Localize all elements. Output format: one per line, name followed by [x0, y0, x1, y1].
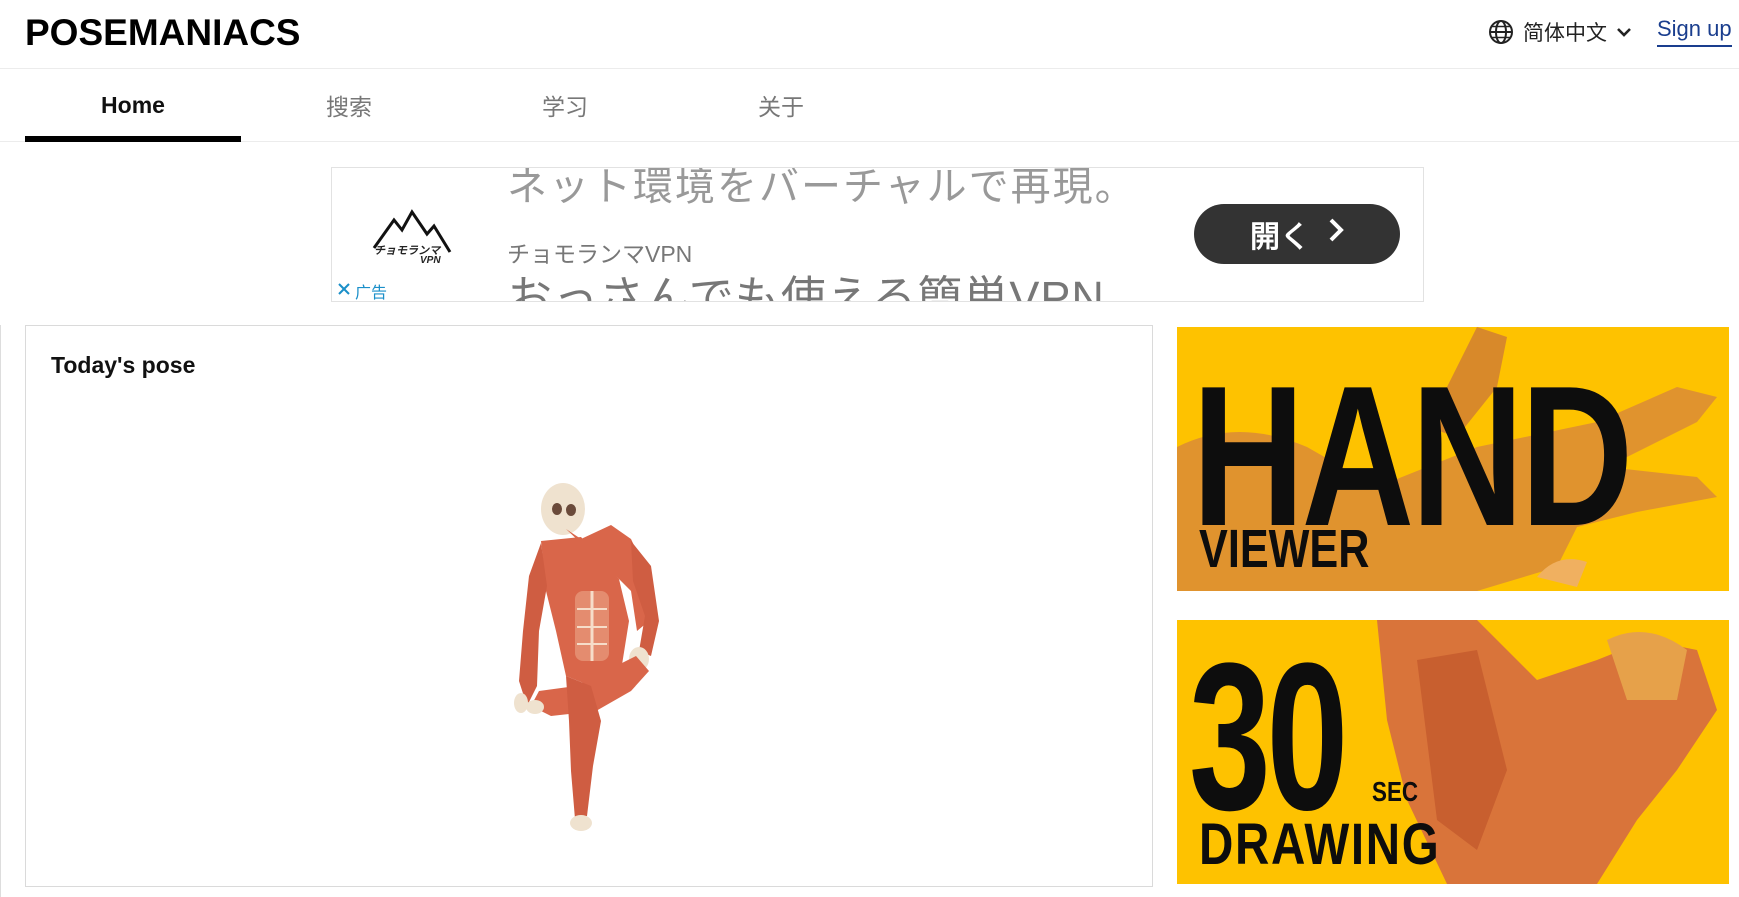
- ad-banner[interactable]: ネット環境をバーチャルで再現。 チョモランマ VPN チョモランマVPN おっさ…: [331, 167, 1424, 302]
- ad-close-button[interactable]: 广告: [337, 279, 388, 302]
- tab-search[interactable]: 搜索: [241, 69, 457, 141]
- site-logo[interactable]: POSEMANIACS: [25, 12, 300, 54]
- chevron-down-icon: [1616, 26, 1632, 38]
- sec-label: SEC: [1372, 776, 1419, 807]
- language-label: 简体中文: [1523, 22, 1607, 45]
- todays-pose-card: Today's pose: [25, 325, 1153, 887]
- ad-headline-top: ネット環境をバーチャルで再現。: [507, 167, 1137, 209]
- ad-open-button[interactable]: 開く: [1194, 204, 1400, 264]
- hand-viewer-banner[interactable]: HAND VIEWER: [1177, 327, 1729, 591]
- ad-open-label: 開く: [1250, 221, 1310, 254]
- signup-link[interactable]: Sign up: [1657, 16, 1732, 47]
- left-edge-divider: [0, 325, 1, 897]
- tab-home[interactable]: Home: [25, 69, 241, 142]
- ad-headline-bottom: おっさんでも使える簡単VPN: [507, 272, 1105, 302]
- tab-learn[interactable]: 学习: [457, 69, 673, 141]
- thirty-number: 30: [1189, 620, 1348, 854]
- ad-label: 广告: [355, 285, 388, 302]
- language-selector[interactable]: 简体中文: [1488, 17, 1632, 47]
- site-header: POSEMANIACS 简体中文 Sign up: [0, 0, 1739, 69]
- ad-logo-sub: VPN: [420, 255, 441, 266]
- tab-about[interactable]: 关于: [673, 69, 889, 141]
- thirty-sec-drawing-banner[interactable]: 30 SEC DRAWING: [1177, 620, 1729, 884]
- drawing-label: DRAWING: [1199, 812, 1441, 877]
- main-tabs: Home 搜索 学习 关于: [0, 69, 1739, 142]
- globe-icon: [1488, 19, 1514, 45]
- anatomy-figure[interactable]: [511, 481, 691, 841]
- chevron-right-icon: [1328, 217, 1344, 251]
- pose-card-title: Today's pose: [51, 352, 196, 378]
- hand-subtitle: VIEWER: [1199, 519, 1370, 579]
- close-icon: [337, 282, 351, 301]
